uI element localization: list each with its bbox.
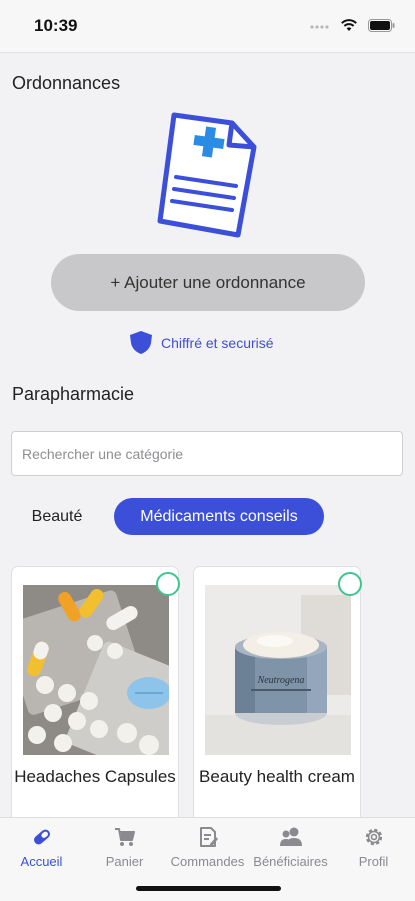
tab-label: Bénéficiaires	[253, 854, 328, 869]
people-icon	[279, 827, 302, 846]
cellular-signal-icon	[310, 25, 329, 29]
product-card-headaches-capsules[interactable]: Headaches Capsules	[11, 566, 180, 836]
product-title: Beauty health cream	[199, 767, 355, 786]
product-card-beauty-health-cream[interactable]: Neutrogena Beauty health cream	[193, 566, 362, 836]
category-search-input[interactable]	[11, 431, 403, 476]
product-image-cream-jar: Neutrogena	[205, 585, 351, 755]
tab-label: Commandes	[170, 854, 245, 869]
secure-label: Chiffré et securisé	[161, 334, 274, 351]
tab-label: Accueil	[20, 854, 63, 869]
tab-label: Profil	[358, 854, 389, 869]
tab-profil[interactable]: Profil	[332, 826, 415, 869]
home-indicator	[136, 886, 281, 891]
product-image-capsules	[23, 585, 169, 755]
encrypted-secure-notice: Chiffré et securisé	[129, 330, 274, 355]
cart-icon	[114, 828, 135, 846]
tab-commandes[interactable]: Commandes	[166, 826, 249, 869]
select-product-radio[interactable]	[338, 572, 362, 596]
pill-icon	[33, 829, 50, 845]
tab-label: Panier	[105, 854, 144, 869]
status-time: 10:39	[34, 16, 78, 35]
parapharmacy-title: Parapharmacie	[12, 384, 135, 404]
tab-beneficiaires[interactable]: Bénéficiaires	[249, 826, 332, 869]
orders-icon	[199, 827, 218, 847]
tab-accueil[interactable]: Accueil	[0, 826, 83, 869]
select-product-radio[interactable]	[156, 572, 180, 596]
battery-icon	[368, 18, 395, 32]
shield-icon	[130, 331, 152, 354]
status-bar: 10:39	[0, 0, 415, 53]
add-prescription-button[interactable]: + Ajouter une ordonnance	[51, 254, 365, 311]
tab-panier[interactable]: Panier	[83, 826, 166, 869]
prescription-document-icon	[136, 105, 272, 241]
category-chip-medicaments-conseils[interactable]: Médicaments conseils	[114, 498, 324, 535]
svg-text:Neutrogena: Neutrogena	[257, 675, 305, 686]
wifi-icon	[341, 19, 357, 31]
gear-icon	[365, 828, 382, 846]
product-title: Headaches Capsules	[14, 767, 176, 786]
prescriptions-title: Ordonnances	[12, 73, 121, 93]
status-icons	[310, 18, 395, 32]
category-chip-beaute[interactable]: Beauté	[14, 498, 100, 535]
